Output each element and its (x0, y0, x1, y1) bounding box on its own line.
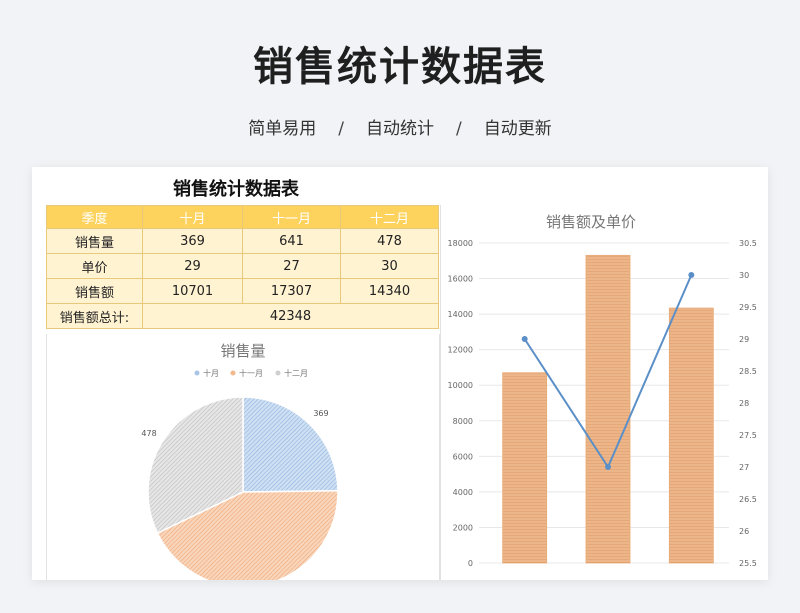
y-tick-label: 2000 (453, 523, 473, 532)
page-title: 销售统计数据表 (253, 44, 547, 90)
tag-easy: 简单易用 (248, 119, 317, 139)
tag-auto-update: 自动更新 (483, 119, 552, 139)
header-cell-quarter[interactable]: 季度 (46, 205, 143, 229)
table-total-row: 销售额总计: 42348 (46, 303, 439, 329)
table-row: 单价 29 27 30 (46, 253, 439, 279)
tag-auto-stat: 自动统计 (366, 119, 434, 139)
pie-legend: 十月 十一月 十二月 (194, 368, 308, 378)
bar[interactable] (668, 307, 714, 564)
pie-data-label: 369 (313, 409, 328, 418)
combo-chart: 销售额及单价 0 2000 4000 6000 8000 10000 12000 14000 1… (448, 213, 757, 568)
sheet-title: 销售统计数据表 (173, 179, 299, 200)
y-tick-label: 18000 (448, 239, 473, 248)
tagline: 简单易用 / 自动统计 / 自动更新 (0, 114, 800, 139)
y-tick-label: 8000 (453, 417, 473, 426)
y-tick-label: 12000 (448, 346, 473, 355)
table-cell[interactable]: 29 (142, 253, 243, 279)
legend-label: 十一月 (239, 368, 263, 378)
pie-data-label: 478 (141, 429, 156, 438)
combo-bars (502, 254, 714, 564)
y2-tick-label: 30.5 (739, 239, 757, 248)
pie-title: 销售量 (220, 342, 265, 360)
header-cell-nov[interactable]: 十一月 (242, 205, 341, 229)
table-cell[interactable]: 27 (242, 253, 341, 279)
pie-chart-panel[interactable]: 销售量 十月 十一月 十二月 369 478 (46, 334, 440, 580)
table-cell[interactable]: 369 (142, 228, 243, 254)
pie-chart: 销售量 十月 十一月 十二月 369 478 (141, 342, 339, 580)
table-cell[interactable]: 10701 (142, 278, 243, 304)
y-tick-label: 0 (468, 559, 473, 568)
header-cell-dec[interactable]: 十二月 (340, 205, 439, 229)
y-tick-label: 16000 (448, 275, 473, 284)
combo-right-axis: 25.5 26 26.5 27 27.5 28 28.5 29 29.5 30 30.5 (739, 239, 757, 568)
y-tick-label: 10000 (448, 381, 473, 390)
y2-tick-label: 28 (739, 399, 749, 408)
table-cell[interactable]: 478 (340, 228, 439, 254)
y-tick-label: 14000 (448, 310, 473, 319)
y2-tick-label: 29 (739, 335, 749, 344)
y2-tick-label: 28.5 (739, 367, 757, 376)
tag-separator: / (456, 119, 462, 139)
row-label-cell[interactable]: 销售额 (46, 278, 143, 304)
y-tick-label: 4000 (453, 488, 473, 497)
line-point[interactable] (521, 336, 528, 342)
table-header-row: 季度 十月 十一月 十二月 (46, 205, 439, 229)
pie-slices (147, 396, 339, 580)
table-row: 销售额 10701 17307 14340 (46, 278, 439, 304)
y2-tick-label: 27 (739, 463, 749, 472)
tag-separator: / (338, 119, 344, 139)
legend-marker (275, 370, 281, 376)
y2-tick-label: 25.5 (739, 559, 757, 568)
total-label-cell[interactable]: 销售额总计: (46, 303, 143, 329)
table-cell[interactable]: 17307 (242, 278, 341, 304)
bar[interactable] (585, 254, 631, 564)
y2-tick-label: 29.5 (739, 303, 757, 312)
header-cell-oct[interactable]: 十月 (142, 205, 243, 229)
combo-chart-panel[interactable]: 销售额及单价 0 2000 4000 6000 8000 10000 12000 14000 1… (440, 205, 768, 580)
table-cell[interactable]: 30 (340, 253, 439, 279)
spreadsheet-preview: 销售统计数据表 季度 十月 十一月 十二月 销售量 369 641 478 单价… (32, 167, 768, 580)
line-point[interactable] (688, 272, 695, 278)
table-row: 销售量 369 641 478 (46, 228, 439, 254)
row-label-cell[interactable]: 单价 (46, 253, 143, 279)
bar[interactable] (502, 372, 548, 564)
legend-marker (194, 370, 200, 376)
total-value-cell[interactable]: 42348 (142, 303, 439, 329)
y2-tick-label: 30 (739, 271, 749, 280)
y-tick-label: 6000 (453, 452, 473, 461)
sales-table: 季度 十月 十一月 十二月 销售量 369 641 478 单价 29 27 3… (46, 205, 439, 329)
combo-left-axis: 0 2000 4000 6000 8000 10000 12000 14000 16000 180… (448, 239, 473, 568)
table-cell[interactable]: 641 (242, 228, 341, 254)
y2-tick-label: 26.5 (739, 495, 757, 504)
legend-label: 十二月 (284, 368, 308, 378)
combo-title: 销售额及单价 (546, 213, 636, 231)
row-label-cell[interactable]: 销售量 (46, 228, 143, 254)
y2-tick-label: 27.5 (739, 431, 757, 440)
legend-marker (230, 370, 236, 376)
line-point[interactable] (605, 464, 611, 470)
table-cell[interactable]: 14340 (340, 278, 439, 304)
y2-tick-label: 26 (739, 527, 749, 536)
legend-label: 十月 (203, 368, 219, 378)
